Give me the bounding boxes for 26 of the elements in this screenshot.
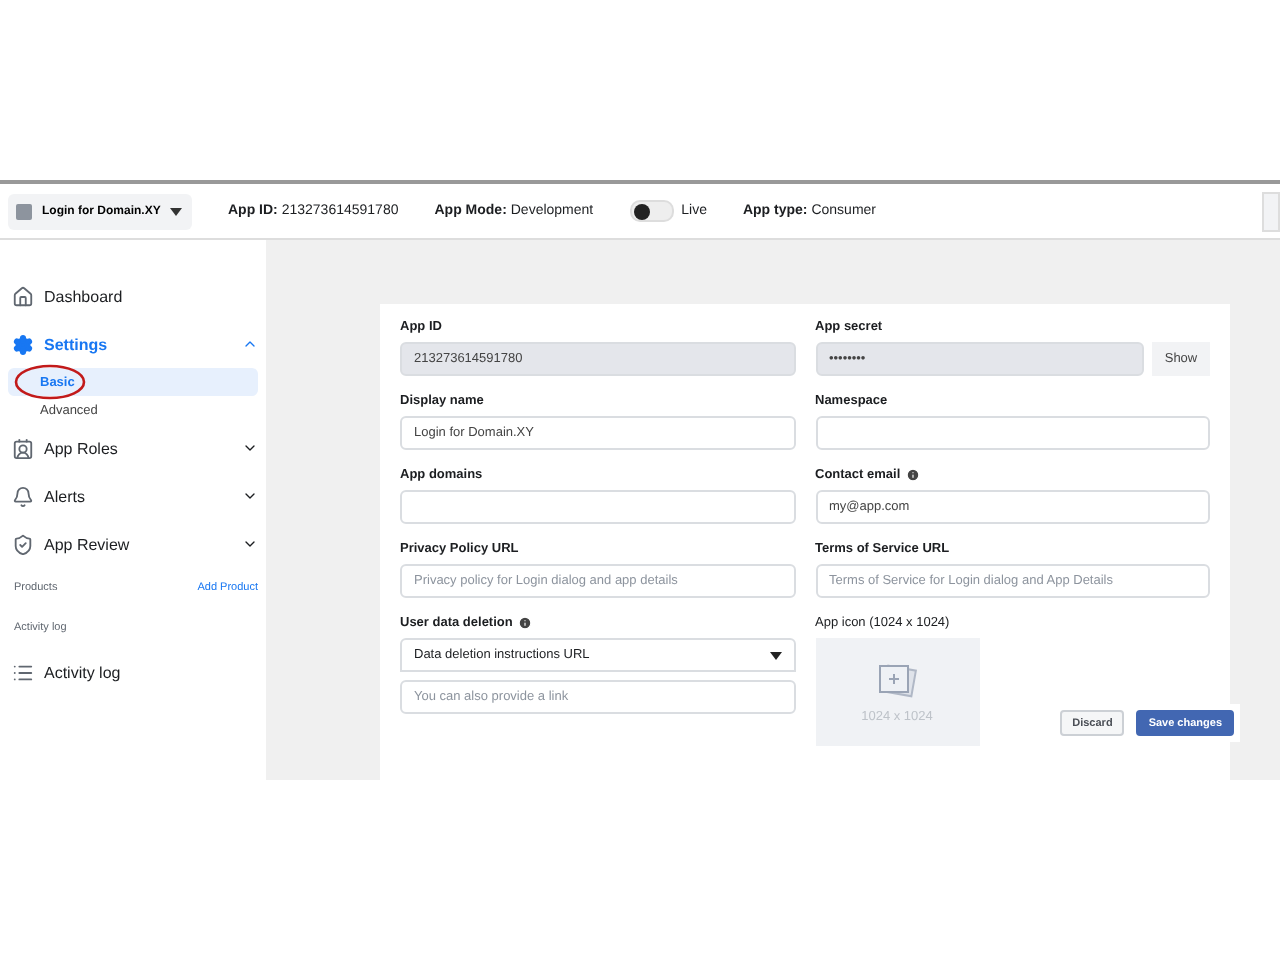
sidebar-item[interactable]: App Roles <box>8 424 258 472</box>
input-field[interactable] <box>400 490 795 524</box>
caret-icon <box>170 207 183 215</box>
home-icon <box>12 285 34 307</box>
contact-card-icon <box>12 437 34 459</box>
sidebar-item[interactable]: Alerts <box>8 472 258 520</box>
app-icon <box>16 203 32 219</box>
bell-icon <box>12 485 34 507</box>
chevron-up-icon[interactable] <box>242 336 258 352</box>
shield-check-icon <box>12 533 34 555</box>
chevron-down-icon[interactable] <box>242 536 258 552</box>
info-icon[interactable] <box>518 616 533 630</box>
sidebar-item[interactable]: Activity log <box>8 648 258 696</box>
image-placeholder-icon <box>873 661 921 701</box>
chevron-down-icon[interactable] <box>242 488 258 504</box>
mode-toggle[interactable] <box>629 200 674 222</box>
sidebar-item[interactable]: Settings <box>8 320 258 368</box>
annotation-circle <box>12 362 88 402</box>
input-field[interactable] <box>815 416 1210 450</box>
chevron-down-icon[interactable] <box>242 440 258 456</box>
caret-icon <box>769 651 781 659</box>
sidebar-item[interactable]: Dashboard <box>8 272 258 320</box>
info-icon[interactable] <box>906 468 921 482</box>
sidebar-item[interactable]: App Review <box>8 520 258 568</box>
list-icon <box>12 661 34 683</box>
settings-icon <box>12 333 34 355</box>
